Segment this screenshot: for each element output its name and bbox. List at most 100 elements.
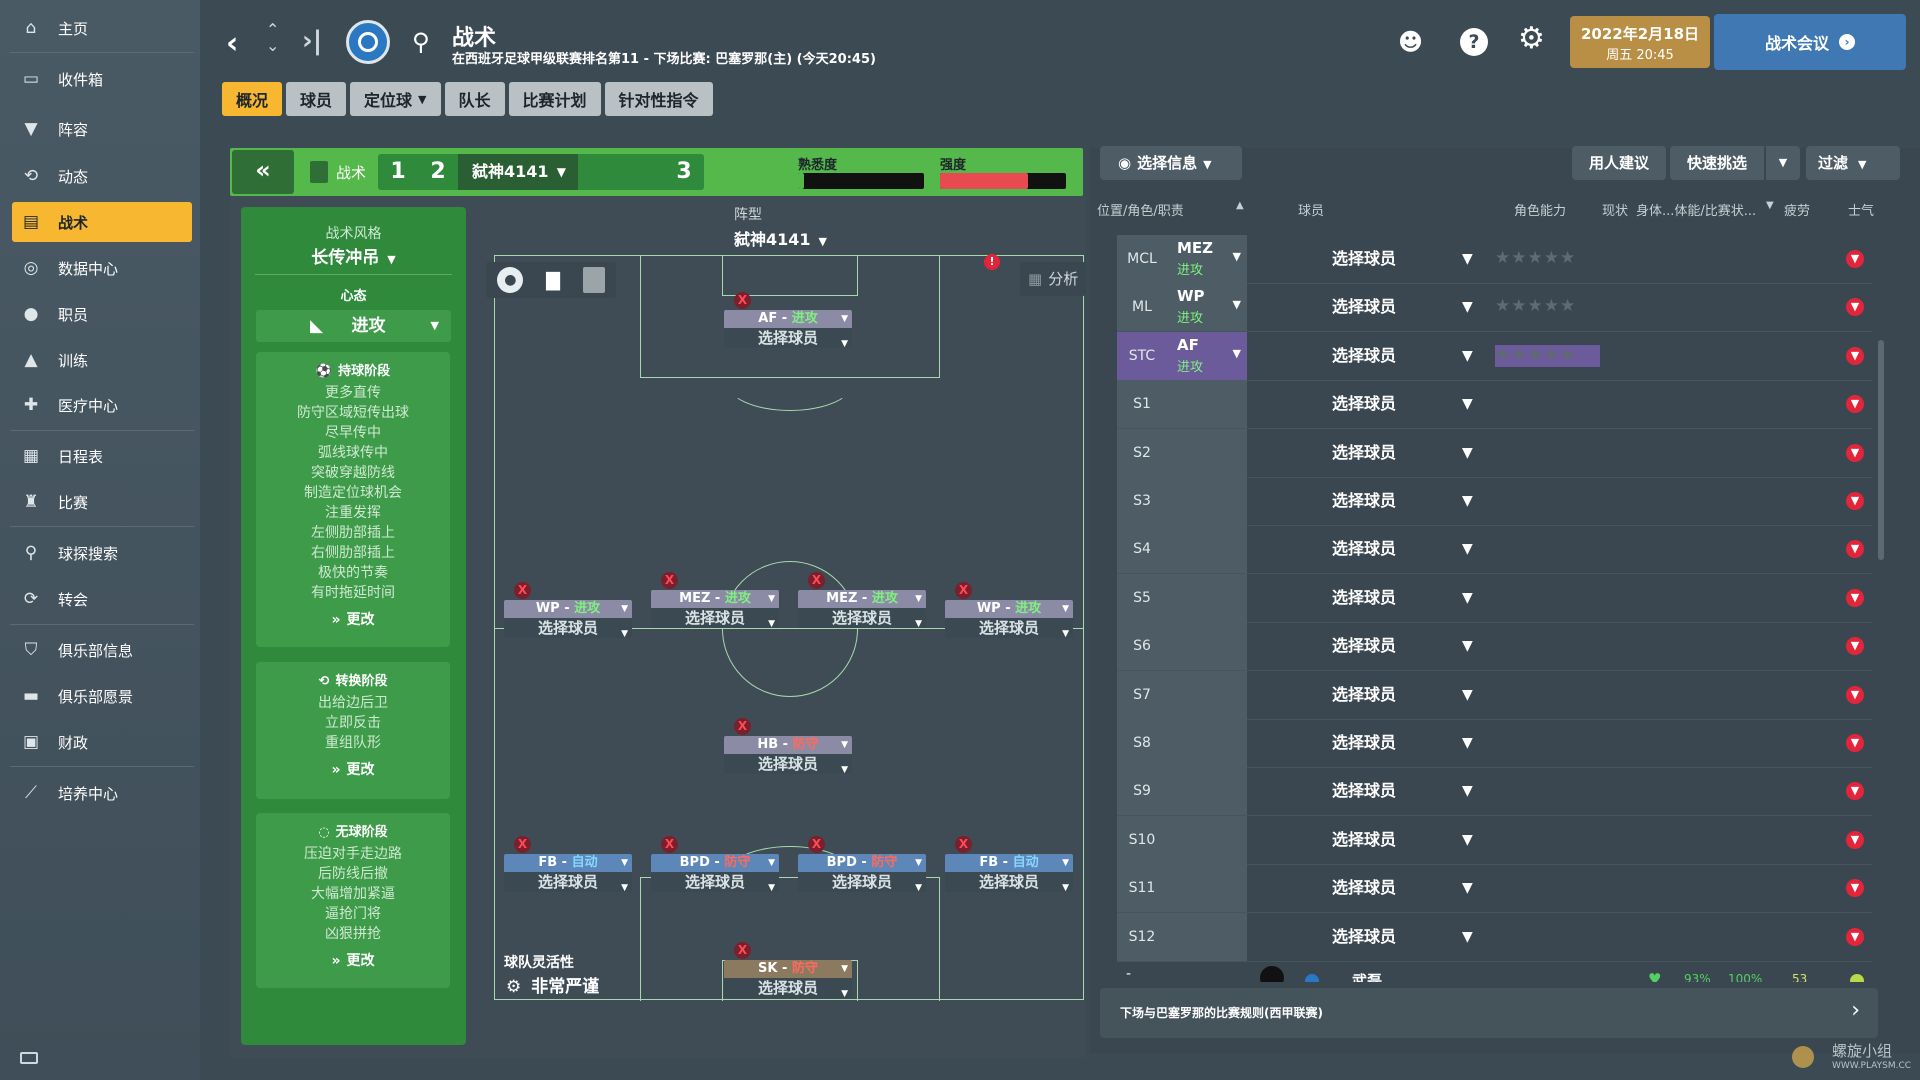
role-duty-cell[interactable]: AF 进攻 ▼ (1167, 331, 1247, 380)
scrollbar[interactable] (1878, 340, 1884, 560)
select-player-dropdown[interactable]: 选择球员 (1332, 525, 1396, 573)
sidebar-item-schedule[interactable]: ▦ 日程表 (12, 436, 192, 476)
chevron-down-icon[interactable]: ▼ (1462, 816, 1473, 864)
sidebar-item-tactics[interactable]: ▤ 战术 (12, 202, 192, 242)
chevron-down-icon[interactable]: ▼ (1462, 622, 1473, 670)
search-icon[interactable]: ⚲ (412, 28, 430, 56)
sidebar-item-transfers[interactable]: ⟳ 转会 (12, 579, 192, 619)
column-morale[interactable]: 士气 (1848, 200, 1874, 219)
sidebar-item-training[interactable]: ▲ 训练 (12, 340, 192, 380)
tab-set-pieces[interactable]: 定位球 ▼ (350, 82, 441, 116)
select-player-dropdown[interactable]: 选择球员 ▼ (945, 618, 1073, 639)
select-player-dropdown[interactable]: 选择球员 ▼ (724, 978, 852, 999)
pitch-player-slot[interactable]: X WP - 进攻 ▼ 选择球员 ▼ (504, 582, 632, 639)
table-row[interactable]: MCL MEZ 进攻 ▼ 选择球员 ▼ ★★★★★ ▼ (1117, 235, 1872, 283)
remove-icon[interactable]: X (734, 942, 751, 959)
select-player-dropdown[interactable]: 选择球员 (1332, 719, 1396, 767)
sidebar-item-club-vision[interactable]: ▬ 俱乐部愿景 (12, 676, 192, 716)
intensity-bar[interactable] (940, 173, 1066, 189)
chevron-down-icon[interactable]: ▼ (1462, 380, 1473, 428)
back-arrow-icon[interactable]: ‹ (226, 26, 238, 61)
in-possession-change-button[interactable]: » 更改 (256, 609, 450, 629)
familiarity-bar[interactable] (798, 173, 924, 189)
select-player-dropdown[interactable]: 选择球员 (1332, 429, 1396, 477)
info-card-icon[interactable] (582, 267, 605, 293)
pitch-player-slot[interactable]: X MEZ - 进攻 ▼ 选择球员 ▼ (651, 572, 779, 629)
select-player-dropdown[interactable]: 选择球员 (1332, 283, 1396, 331)
role-selector[interactable]: BPD - 防守 ▼ (798, 854, 926, 872)
quick-pick-dropdown[interactable]: ▼ (1766, 146, 1800, 180)
tab-players[interactable]: 球员 (286, 82, 347, 116)
pitch-player-slot[interactable]: X BPD - 防守 ▼ 选择球员 ▼ (651, 836, 779, 893)
tactic-selector[interactable]: 弑神4141 ▼ (458, 154, 578, 190)
chevron-down-icon[interactable]: ▼ (1462, 864, 1473, 912)
column-player[interactable]: 球员 (1298, 200, 1324, 219)
tab-match-plan[interactable]: 比赛计划 (508, 82, 601, 116)
table-row[interactable]: S5 选择球员 ▼ ▼ (1117, 573, 1872, 622)
remove-icon[interactable]: X (955, 582, 972, 599)
role-selector[interactable]: MEZ - 进攻 ▼ (798, 590, 926, 608)
screen-toggle-icon[interactable] (20, 1052, 38, 1064)
match-rules-bar[interactable]: 下场与巴塞罗那的比赛规则(西甲联赛) › (1100, 988, 1878, 1038)
remove-icon[interactable]: X (514, 836, 531, 853)
role-selector[interactable]: SK - 防守 ▼ (724, 960, 852, 978)
role-selector[interactable]: AF - 进攻 ▼ (724, 310, 852, 328)
transition-change-button[interactable]: » 更改 (256, 759, 450, 779)
sidebar-item-staff[interactable]: ● 职员 (12, 294, 192, 334)
quick-pick-button[interactable]: 快速挑选 (1670, 146, 1764, 180)
select-player-dropdown[interactable]: 选择球员 ▼ (651, 608, 779, 629)
role-duty-cell[interactable]: WP 进攻 ▼ (1167, 283, 1247, 332)
column-fitness[interactable]: 身体...体能/比赛状... (1636, 200, 1756, 219)
chevron-down-icon[interactable]: ▼ (1462, 477, 1473, 525)
pitch-player-slot[interactable]: X BPD - 防守 ▼ 选择球员 ▼ (798, 836, 926, 893)
tab-opposition-instructions[interactable]: 针对性指令 (604, 82, 713, 116)
column-role-ability[interactable]: 角色能力 (1514, 200, 1566, 219)
sidebar-item-medical[interactable]: ✚ 医疗中心 (12, 385, 192, 425)
sidebar-item-scouting[interactable]: ⚲ 球探搜索 (12, 533, 192, 573)
pitch-player-slot[interactable]: X FB - 自动 ▼ 选择球员 ▼ (945, 836, 1073, 893)
bar-chart-icon[interactable]: ▇ (546, 270, 560, 291)
pitch-player-slot[interactable]: X HB - 防守 ▼ 选择球员 ▼ (724, 718, 852, 775)
select-player-dropdown[interactable]: 选择球员 ▼ (798, 608, 926, 629)
table-row[interactable]: S9 选择球员 ▼ ▼ (1117, 767, 1872, 816)
pitch-player-slot[interactable]: X MEZ - 进攻 ▼ 选择球员 ▼ (798, 572, 926, 629)
sidebar-item-squad[interactable]: ▼ 阵容 (12, 109, 192, 149)
filter-button[interactable]: 过滤 ▼ (1806, 146, 1900, 180)
date-display[interactable]: 2022年2月18日 周五 20:45 (1570, 16, 1710, 68)
remove-icon[interactable]: X (661, 572, 678, 589)
partial-player-row[interactable]: - 武磊 ♥ 93% 100% 53 (1100, 962, 1870, 982)
select-player-dropdown[interactable]: 选择球员 (1332, 864, 1396, 912)
sidebar-item-competitions[interactable]: ♜ 比赛 (12, 482, 192, 522)
role-selector[interactable]: WP - 进攻 ▼ (504, 600, 632, 618)
pitch-player-slot[interactable]: X SK - 防守 ▼ 选择球员 ▼ (724, 942, 852, 999)
sort-down-icon[interactable]: ▼ (1766, 200, 1774, 211)
tactic-slot-2[interactable]: 2 (418, 154, 458, 190)
table-row[interactable]: S4 选择球员 ▼ ▼ (1117, 525, 1872, 574)
sort-up-icon[interactable]: ▲ (1236, 200, 1244, 211)
style-selector[interactable]: 长传冲吊 ▼ (241, 243, 466, 268)
table-row[interactable]: S3 选择球员 ▼ ▼ (1117, 477, 1872, 525)
table-row[interactable]: S6 选择球员 ▼ ▼ (1117, 622, 1872, 671)
table-row[interactable]: S8 选择球员 ▼ ▼ (1117, 719, 1872, 767)
role-duty-cell[interactable]: MEZ 进攻 ▼ (1167, 235, 1247, 283)
role-selector[interactable]: MEZ - 进攻 ▼ (651, 590, 779, 608)
help-icon[interactable]: ? (1460, 28, 1488, 56)
sidebar-item-data-hub[interactable]: ◎ 数据中心 (12, 248, 192, 288)
chevron-down-icon[interactable]: ▼ (1462, 429, 1473, 477)
table-row[interactable]: S12 选择球员 ▼ ▼ (1117, 912, 1872, 961)
select-player-dropdown[interactable]: 选择球员 (1332, 477, 1396, 525)
select-player-dropdown[interactable]: 选择球员 (1332, 574, 1396, 622)
remove-icon[interactable]: X (955, 836, 972, 853)
table-row[interactable]: ML WP 进攻 ▼ 选择球员 ▼ ★★★★★ ▼ (1117, 283, 1872, 332)
advice-button[interactable]: 用人建议 (1572, 146, 1666, 180)
chevron-down-icon[interactable]: ▼ (1462, 525, 1473, 573)
tab-overview[interactable]: 概况 (222, 82, 283, 116)
sidebar-item-home[interactable]: ⌂ 主页 (12, 8, 192, 48)
table-row[interactable]: S11 选择球员 ▼ ▼ (1117, 864, 1872, 913)
column-condition[interactable]: 现状 (1602, 200, 1628, 219)
tactics-meeting-button[interactable]: 战术会议 › (1714, 14, 1906, 70)
analysis-button[interactable]: ▦ 分析 (1020, 262, 1086, 296)
select-player-dropdown[interactable]: 选择球员 (1332, 671, 1396, 719)
table-row[interactable]: S1 选择球员 ▼ ▼ (1117, 380, 1872, 429)
chevron-down-icon[interactable]: ▼ (1462, 767, 1473, 815)
